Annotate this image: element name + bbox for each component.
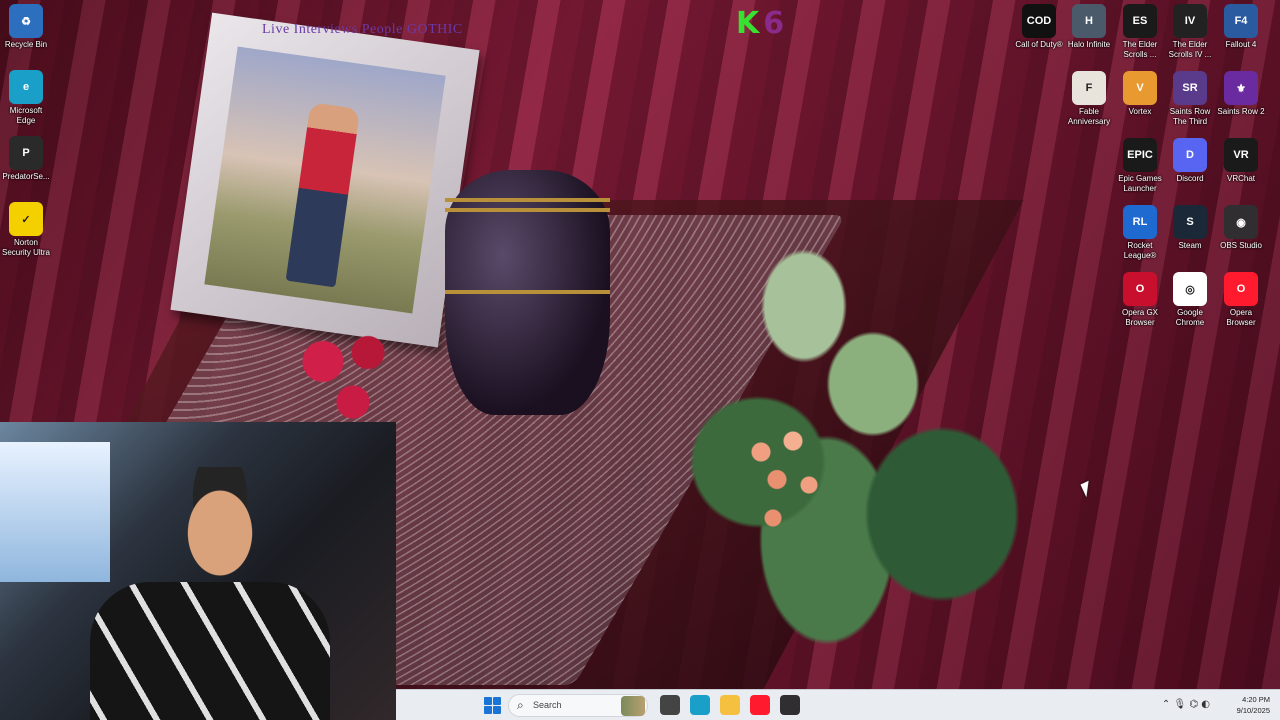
desktop-icon-label: The Elder Scrolls IV ... bbox=[1168, 40, 1212, 59]
search-icon: ⌕ bbox=[517, 698, 524, 712]
webcam-person-head bbox=[170, 467, 270, 587]
fable-anniversary-icon: F bbox=[1072, 71, 1106, 105]
desktop-icon-label: Norton Security Ultra bbox=[1, 238, 50, 257]
opera-browser-icon: O bbox=[1224, 272, 1258, 306]
desktop-icon-google-chrome[interactable]: ◎ Google Chrome bbox=[1164, 272, 1216, 328]
stream-overlay-logo: K6 bbox=[736, 6, 794, 42]
wallpaper-plant bbox=[620, 150, 1080, 670]
saints-row-the-third-icon: SR bbox=[1173, 71, 1207, 105]
clock-date: 9/10/2025 bbox=[1236, 706, 1270, 715]
desktop-icon-label: Recycle Bin bbox=[4, 40, 48, 49]
wallpaper-photo bbox=[204, 46, 446, 314]
taskbar: ⌕ Search ⌃ 🎙 ⌬ ◐ 4:20 PM 9/10/2025 bbox=[396, 689, 1280, 720]
wallpaper-person bbox=[285, 102, 361, 288]
desktop-icon-opera-browser[interactable]: O Opera Browser bbox=[1215, 272, 1267, 328]
desktop-icon-halo-infinite[interactable]: H Halo Infinite bbox=[1063, 4, 1115, 50]
desktop-icon-call-of-duty[interactable]: COD Call of Duty® bbox=[1013, 4, 1065, 50]
desktop-icon-label: Saints Row 2 bbox=[1217, 107, 1265, 116]
desktop-icon-discord[interactable]: D Discord bbox=[1164, 138, 1216, 184]
desktop-icon-label: Epic Games Launcher bbox=[1118, 174, 1162, 193]
desktop-icon-fallout-4[interactable]: F4 Fallout 4 bbox=[1215, 4, 1267, 50]
predatorse-icon: P bbox=[9, 136, 43, 170]
mouse-cursor bbox=[1080, 480, 1095, 498]
the-elder-scrolls-iv-icon: IV bbox=[1173, 4, 1207, 38]
wallpaper-roses bbox=[298, 330, 398, 420]
desktop-icon-label: Opera GX Browser bbox=[1121, 308, 1158, 327]
desktop-icon-vortex[interactable]: V Vortex bbox=[1114, 71, 1166, 117]
desktop-icon-label: PredatorSe... bbox=[2, 172, 50, 181]
desktop-icon-vrchat[interactable]: VR VRChat bbox=[1215, 138, 1267, 184]
desktop-icon-the-elder-scrolls-iv[interactable]: IV The Elder Scrolls IV ... bbox=[1164, 4, 1216, 60]
desktop-icon-rocket-league[interactable]: RL Rocket League® bbox=[1114, 205, 1166, 261]
norton-security-ultra-icon: ✓ bbox=[9, 202, 43, 236]
call-of-duty-icon: COD bbox=[1022, 4, 1056, 38]
taskbar-file-explorer-icon[interactable] bbox=[720, 695, 740, 715]
microsoft-edge-icon: e bbox=[9, 70, 43, 104]
system-tray[interactable]: ⌃ 🎙 ⌬ ◐ bbox=[1162, 699, 1210, 710]
desktop-icon-recycle-bin[interactable]: ♻ Recycle Bin bbox=[0, 4, 52, 50]
logo-letter-2: 6 bbox=[763, 6, 785, 41]
taskbar-edge-icon[interactable] bbox=[690, 695, 710, 715]
desktop-icon-microsoft-edge[interactable]: e Microsoft Edge bbox=[0, 70, 52, 126]
desktop-icon-the-elder-scrolls[interactable]: ES The Elder Scrolls ... bbox=[1114, 4, 1166, 60]
epic-games-launcher-icon: EPIC bbox=[1123, 138, 1157, 172]
desktop-icon-label: Vortex bbox=[1128, 107, 1152, 116]
steam-icon: S bbox=[1173, 205, 1207, 239]
halo-infinite-icon: H bbox=[1072, 4, 1106, 38]
taskbar-search[interactable]: ⌕ Search bbox=[508, 694, 648, 717]
vrchat-icon: VR bbox=[1224, 138, 1258, 172]
desktop-icon-label: Rocket League® bbox=[1123, 241, 1157, 260]
desktop-icon-label: Steam bbox=[1178, 241, 1202, 250]
fallout-4-icon: F4 bbox=[1224, 4, 1258, 38]
desktop-icon-label: OBS Studio bbox=[1220, 241, 1262, 250]
desktop-icon-label: Microsoft Edge bbox=[9, 106, 43, 125]
wallpaper-photo-frame bbox=[170, 12, 480, 348]
webcam-person-body bbox=[90, 582, 330, 720]
desktop: Live Interviews People GOTHIC K6 ♻ Recycl… bbox=[0, 0, 1280, 720]
the-elder-scrolls-icon: ES bbox=[1123, 4, 1157, 38]
desktop-icon-label: Fable Anniversary bbox=[1067, 107, 1111, 126]
desktop-icon-label: The Elder Scrolls ... bbox=[1122, 40, 1158, 59]
wallpaper-urn bbox=[445, 170, 610, 415]
taskbar-opera-icon[interactable] bbox=[750, 695, 770, 715]
obs-studio-icon: ◉ bbox=[1224, 205, 1258, 239]
recycle-bin-icon: ♻ bbox=[9, 4, 43, 38]
saints-row-2-icon: ⚜ bbox=[1224, 71, 1258, 105]
rocket-league-icon: RL bbox=[1123, 205, 1157, 239]
desktop-icon-obs-studio[interactable]: ◉ OBS Studio bbox=[1215, 205, 1267, 251]
opera-gx-browser-icon: O bbox=[1123, 272, 1157, 306]
vortex-icon: V bbox=[1123, 71, 1157, 105]
search-highlight-icon bbox=[621, 696, 645, 716]
desktop-icon-label: VRChat bbox=[1226, 174, 1255, 183]
desktop-icon-norton-security-ultra[interactable]: ✓ Norton Security Ultra bbox=[0, 202, 52, 258]
webcam-overlay bbox=[0, 422, 396, 720]
desktop-icon-saints-row-the-third[interactable]: SR Saints Row The Third bbox=[1164, 71, 1216, 127]
discord-icon: D bbox=[1173, 138, 1207, 172]
desktop-icon-label: Opera Browser bbox=[1226, 308, 1256, 327]
taskbar-task-view-icon[interactable] bbox=[660, 695, 680, 715]
clock-time: 4:20 PM bbox=[1242, 695, 1270, 704]
wallpaper-flowers bbox=[745, 430, 825, 540]
desktop-icon-label: Halo Infinite bbox=[1067, 40, 1111, 49]
logo-letter-1: K bbox=[736, 6, 760, 41]
clock[interactable]: 4:20 PM 9/10/2025 bbox=[1220, 694, 1270, 716]
start-button[interactable] bbox=[484, 697, 501, 714]
webcam-window-light bbox=[0, 442, 110, 582]
google-chrome-icon: ◎ bbox=[1173, 272, 1207, 306]
desktop-icon-opera-gx-browser[interactable]: O Opera GX Browser bbox=[1114, 272, 1166, 328]
stream-overlay-text: Live Interviews People GOTHIC bbox=[262, 22, 463, 37]
desktop-icon-epic-games-launcher[interactable]: EPIC Epic Games Launcher bbox=[1114, 138, 1166, 194]
search-placeholder: Search bbox=[533, 700, 562, 710]
desktop-icon-fable-anniversary[interactable]: F Fable Anniversary bbox=[1063, 71, 1115, 127]
taskbar-obs-icon[interactable] bbox=[780, 695, 800, 715]
desktop-icon-label: Google Chrome bbox=[1175, 308, 1205, 327]
desktop-icon-label: Discord bbox=[1176, 174, 1204, 183]
desktop-icon-label: Fallout 4 bbox=[1225, 40, 1257, 49]
desktop-icon-label: Call of Duty® bbox=[1015, 40, 1063, 49]
desktop-icon-saints-row-2[interactable]: ⚜ Saints Row 2 bbox=[1215, 71, 1267, 117]
desktop-icon-label: Saints Row The Third bbox=[1169, 107, 1211, 126]
desktop-icon-predatorse[interactable]: P PredatorSe... bbox=[0, 136, 52, 182]
desktop-icon-steam[interactable]: S Steam bbox=[1164, 205, 1216, 251]
